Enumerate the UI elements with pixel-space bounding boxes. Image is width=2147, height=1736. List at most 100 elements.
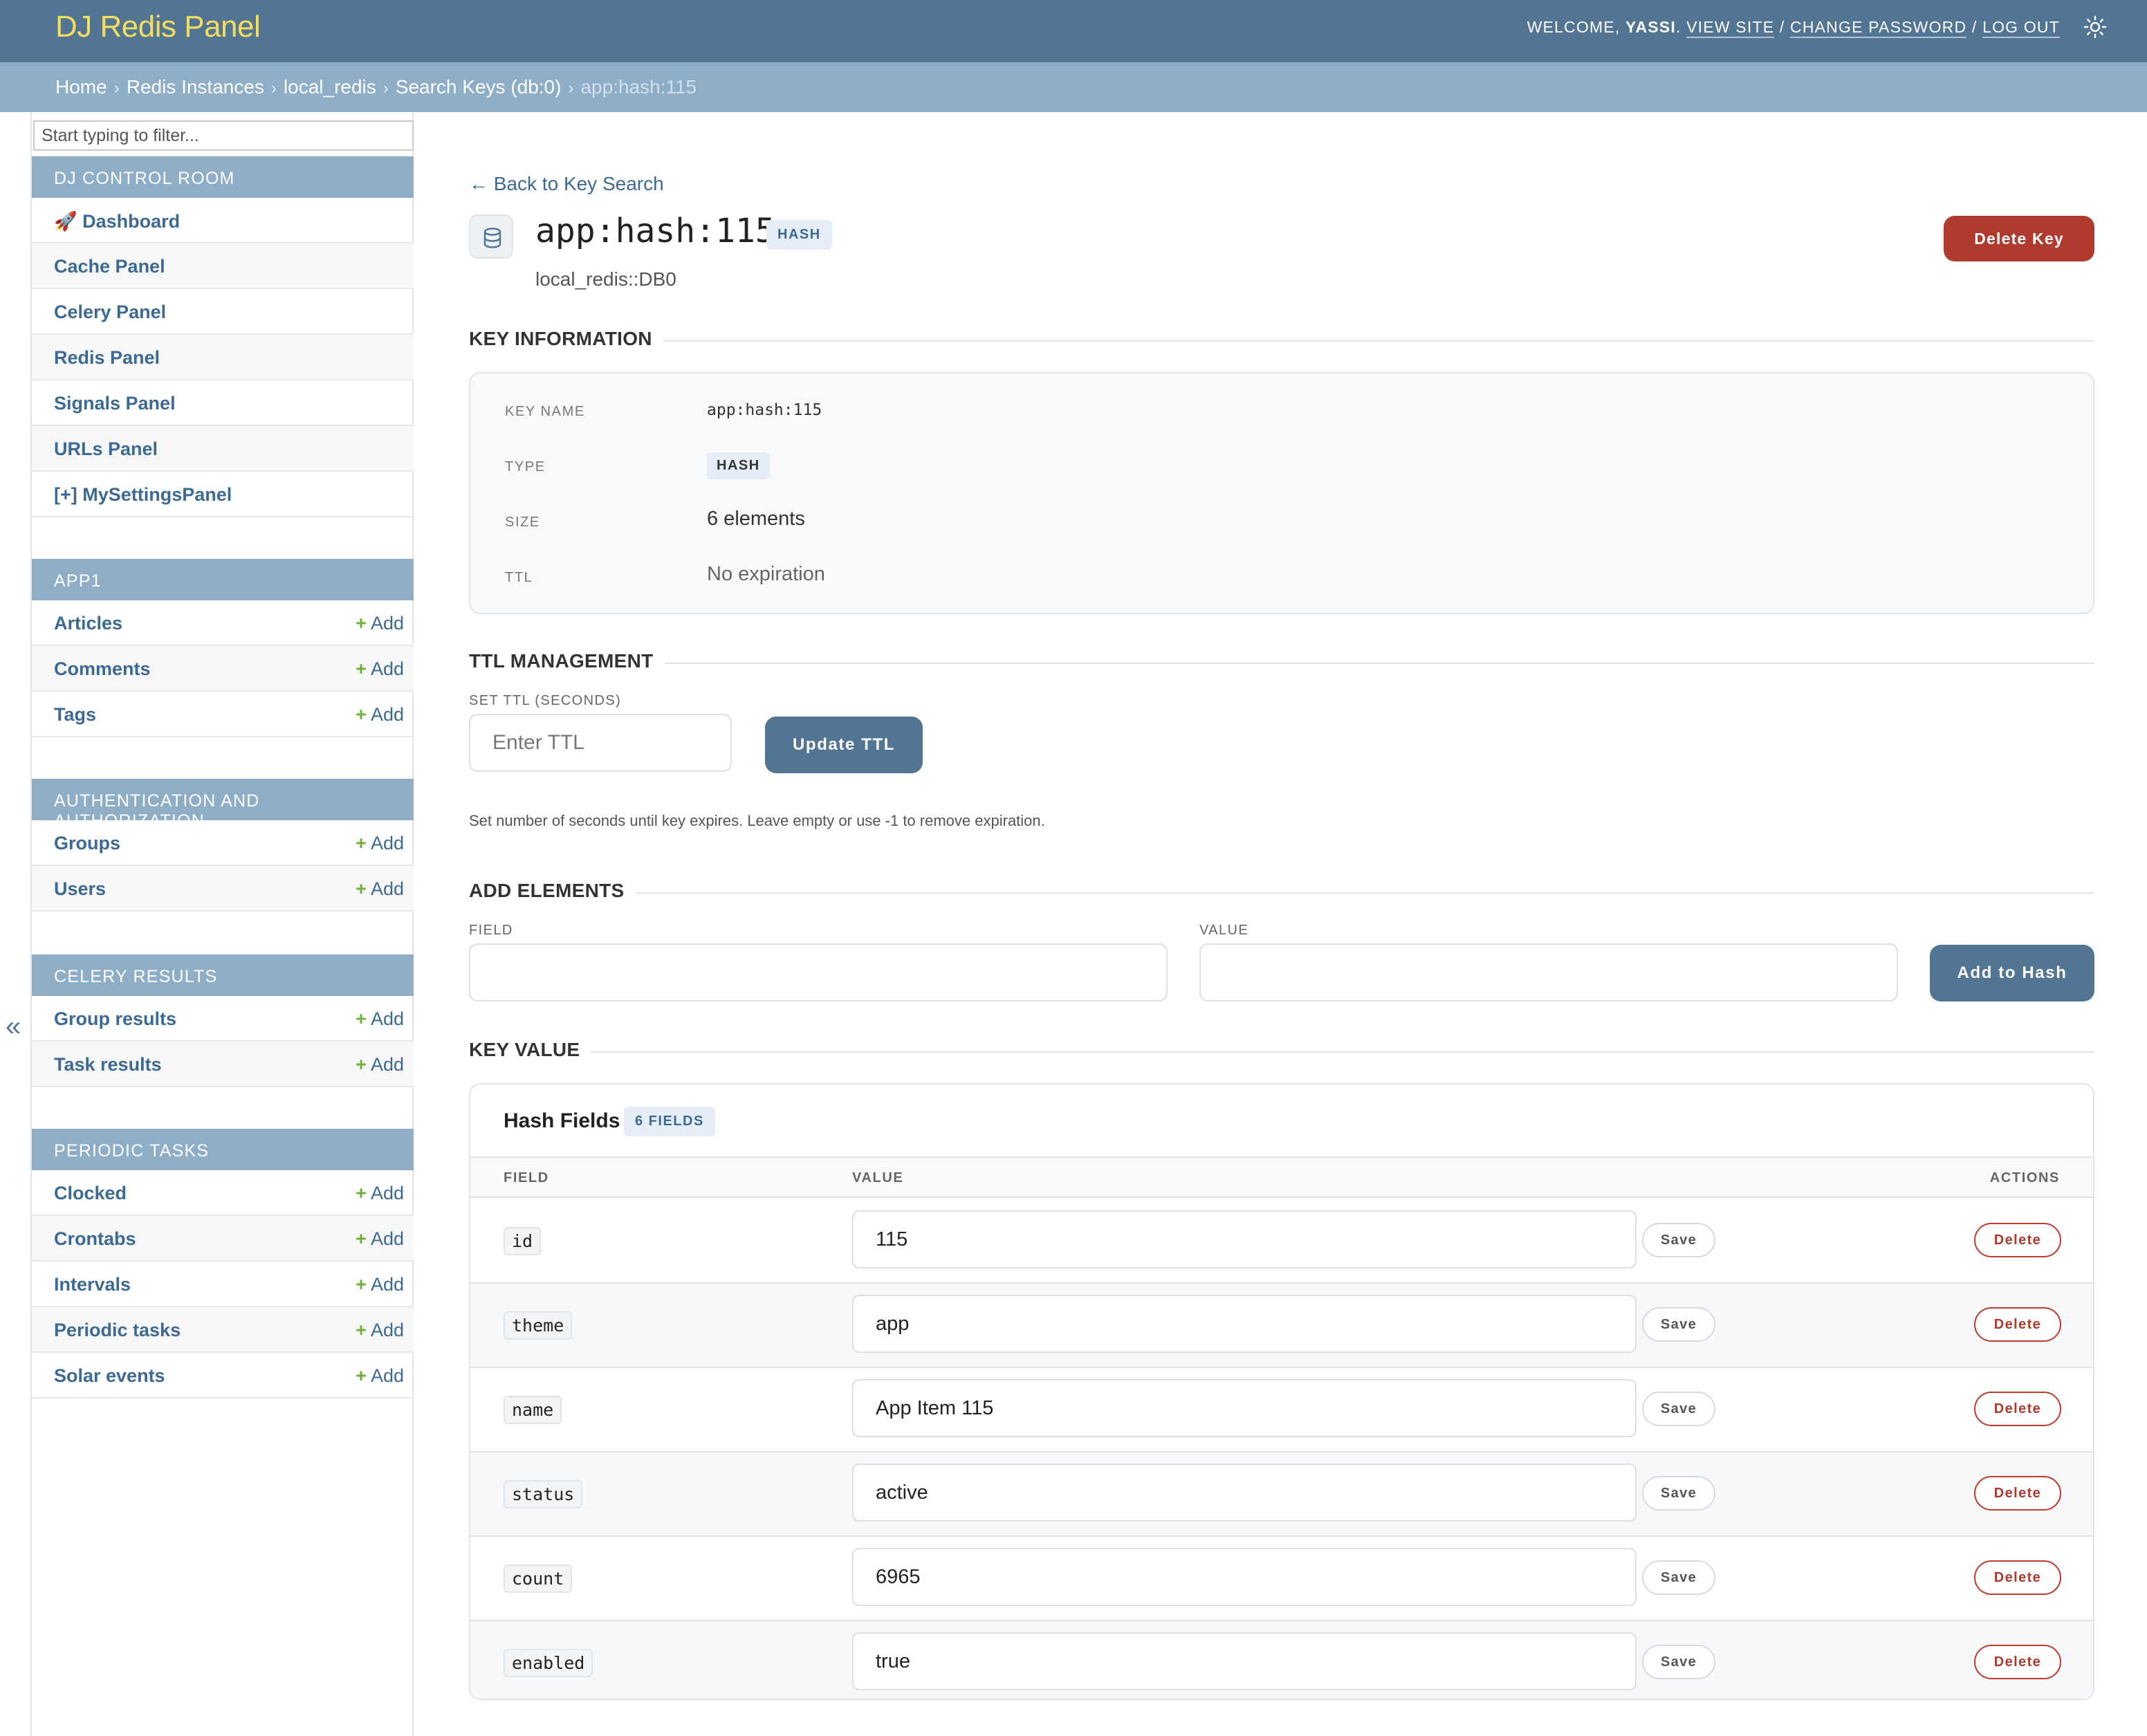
- sidebar-item-task-results[interactable]: Task results + Add: [32, 1042, 414, 1087]
- add-link[interactable]: + Add: [356, 1183, 404, 1204]
- sidebar-item-label[interactable]: Clocked: [54, 1183, 127, 1204]
- hash-value-input[interactable]: [1199, 943, 1898, 1001]
- module-caption[interactable]: CELERY RESULTS: [32, 954, 414, 996]
- sidebar-item-articles[interactable]: Articles + Add: [32, 600, 414, 646]
- add-to-hash-button[interactable]: Add to Hash: [1930, 945, 2094, 1001]
- delete-button[interactable]: Delete: [1974, 1307, 2061, 1342]
- add-link[interactable]: + Add: [356, 613, 404, 634]
- delete-button[interactable]: Delete: [1974, 1223, 2061, 1257]
- sidebar-item-groups[interactable]: Groups + Add: [32, 820, 414, 866]
- site-title[interactable]: DJ Redis Panel: [55, 10, 261, 44]
- add-link[interactable]: + Add: [356, 1228, 404, 1250]
- sidebar-item-comments[interactable]: Comments + Add: [32, 646, 414, 692]
- sidebar-item-label[interactable]: Intervals: [54, 1274, 131, 1295]
- key-value-section: KEY VALUE: [469, 1039, 2094, 1064]
- sidebar-item-dashboard[interactable]: 🚀 Dashboard: [32, 198, 414, 243]
- sidebar-item-label[interactable]: Crontabs: [54, 1228, 136, 1250]
- change-password-link[interactable]: CHANGE PASSWORD: [1790, 18, 1967, 38]
- save-button[interactable]: Save: [1642, 1476, 1715, 1511]
- hash-value-input[interactable]: [852, 1463, 1637, 1522]
- hash-value-input[interactable]: [852, 1379, 1637, 1437]
- module-caption[interactable]: AUTHENTICATION AND AUTHORIZATION: [32, 779, 414, 831]
- sidebar-item-label[interactable]: [+] MySettingsPanel: [54, 484, 232, 506]
- breadcrumb-local-redis[interactable]: local_redis: [284, 76, 376, 98]
- module-caption[interactable]: DJ CONTROL ROOM: [32, 156, 414, 198]
- sidebar-item-signals-panel[interactable]: Signals Panel: [32, 380, 414, 426]
- sidebar-item-label[interactable]: Periodic tasks: [54, 1320, 181, 1341]
- update-ttl-button[interactable]: Update TTL: [765, 717, 923, 773]
- hash-field-name: id: [504, 1227, 542, 1255]
- sidebar-item-clocked[interactable]: Clocked + Add: [32, 1170, 414, 1216]
- sidebar-item-celery-panel[interactable]: Celery Panel: [32, 289, 414, 335]
- breadcrumb-search-keys[interactable]: Search Keys (db:0): [396, 76, 562, 98]
- ttl-management-section: TTL MANAGEMENT: [469, 650, 2094, 675]
- breadcrumb-redis-instances[interactable]: Redis Instances: [127, 76, 264, 98]
- delete-button[interactable]: Delete: [1974, 1476, 2061, 1511]
- add-link[interactable]: + Add: [356, 658, 404, 680]
- sidebar-item-users[interactable]: Users + Add: [32, 866, 414, 912]
- add-link[interactable]: + Add: [356, 1365, 404, 1387]
- sidebar-item-label[interactable]: Task results: [54, 1054, 162, 1075]
- delete-button[interactable]: Delete: [1974, 1392, 2061, 1426]
- add-link[interactable]: + Add: [356, 1274, 404, 1295]
- sidebar-item-intervals[interactable]: Intervals + Add: [32, 1262, 414, 1307]
- sidebar-item-label[interactable]: URLs Panel: [54, 438, 158, 460]
- save-button[interactable]: Save: [1642, 1560, 1715, 1595]
- module-caption[interactable]: APP1: [32, 559, 414, 600]
- sidebar-item-label[interactable]: Groups: [54, 833, 120, 854]
- sidebar-item-label[interactable]: Users: [54, 878, 106, 900]
- sidebar-item-mysettingspanel[interactable]: [+] MySettingsPanel: [32, 472, 414, 517]
- sidebar-item-label[interactable]: Articles: [54, 613, 122, 634]
- save-button[interactable]: Save: [1642, 1645, 1715, 1679]
- plus-icon: +: [356, 704, 367, 725]
- save-button[interactable]: Save: [1642, 1223, 1715, 1257]
- sidebar-item-group-results[interactable]: Group results + Add: [32, 996, 414, 1042]
- plus-icon: +: [356, 1365, 367, 1386]
- nav-filter-input[interactable]: [33, 120, 414, 151]
- add-link[interactable]: + Add: [356, 878, 404, 900]
- sidebar-item-label[interactable]: Comments: [54, 658, 151, 680]
- hash-field-input[interactable]: [469, 943, 1168, 1001]
- hash-value-input[interactable]: [852, 1295, 1637, 1353]
- sidebar-item-urls-panel[interactable]: URLs Panel: [32, 426, 414, 472]
- sidebar-item-cache-panel[interactable]: Cache Panel: [32, 243, 414, 289]
- sidebar-item-label[interactable]: Tags: [54, 704, 96, 726]
- add-link[interactable]: + Add: [356, 1054, 404, 1075]
- collapse-sidebar-toggle[interactable]: «: [6, 1011, 21, 1042]
- delete-button[interactable]: Delete: [1974, 1560, 2061, 1595]
- delete-key-button[interactable]: Delete Key: [1944, 216, 2094, 261]
- back-to-key-search-link[interactable]: ← Back to Key Search: [469, 173, 664, 195]
- add-link[interactable]: + Add: [356, 833, 404, 854]
- delete-button[interactable]: Delete: [1974, 1645, 2061, 1679]
- view-site-link[interactable]: VIEW SITE: [1686, 18, 1775, 38]
- ttl-input[interactable]: [469, 714, 732, 772]
- sidebar-item-crontabs[interactable]: Crontabs + Add: [32, 1216, 414, 1262]
- breadcrumb-home[interactable]: Home: [55, 76, 107, 98]
- sidebar-item-label[interactable]: 🚀 Dashboard: [54, 210, 180, 232]
- add-label: Add: [370, 878, 404, 899]
- sidebar-item-label[interactable]: Solar events: [54, 1365, 165, 1387]
- add-label: Add: [370, 658, 404, 679]
- sidebar-item-tags[interactable]: Tags + Add: [32, 692, 414, 737]
- hash-value-input[interactable]: [852, 1548, 1637, 1606]
- sun-icon[interactable]: [2083, 15, 2107, 39]
- site-header: DJ Redis Panel WELCOME, YASSI. VIEW SITE…: [0, 0, 2147, 62]
- hash-value-input[interactable]: [852, 1210, 1637, 1268]
- save-button[interactable]: Save: [1642, 1307, 1715, 1342]
- plus-icon: +: [356, 1054, 367, 1075]
- sidebar-item-periodic-tasks[interactable]: Periodic tasks + Add: [32, 1307, 414, 1353]
- save-button[interactable]: Save: [1642, 1392, 1715, 1426]
- sidebar-item-solar-events[interactable]: Solar events + Add: [32, 1353, 414, 1398]
- sidebar-item-redis-panel[interactable]: Redis Panel: [32, 335, 414, 380]
- sidebar-item-label[interactable]: Group results: [54, 1008, 176, 1030]
- log-out-link[interactable]: LOG OUT: [1982, 18, 2060, 38]
- sidebar-item-label[interactable]: Redis Panel: [54, 347, 160, 369]
- sidebar-item-label[interactable]: Cache Panel: [54, 256, 165, 277]
- add-link[interactable]: + Add: [356, 1008, 404, 1030]
- hash-value-input[interactable]: [852, 1632, 1637, 1690]
- add-link[interactable]: + Add: [356, 1320, 404, 1341]
- sidebar-item-label[interactable]: Celery Panel: [54, 302, 166, 323]
- module-caption[interactable]: PERIODIC TASKS: [32, 1129, 414, 1170]
- add-link[interactable]: + Add: [356, 704, 404, 726]
- sidebar-item-label[interactable]: Signals Panel: [54, 393, 176, 414]
